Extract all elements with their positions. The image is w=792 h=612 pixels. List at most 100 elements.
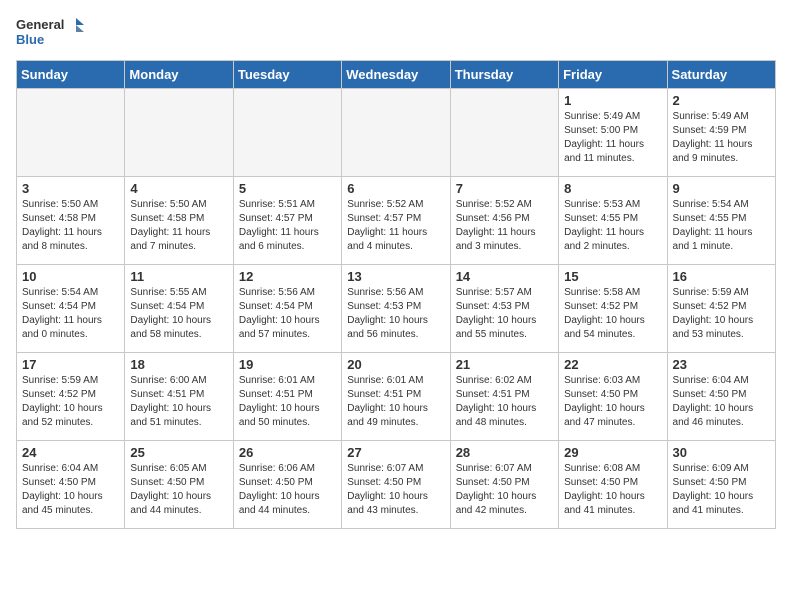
calendar-cell: 22 Sunrise: 6:03 AM Sunset: 4:50 PM Dayl… — [559, 352, 667, 440]
day-info: Sunrise: 6:03 AM Sunset: 4:50 PM Dayligh… — [564, 374, 661, 430]
day-info: Sunrise: 5:57 AM Sunset: 4:53 PM Dayligh… — [456, 286, 553, 342]
day-info: Sunrise: 6:07 AM Sunset: 4:50 PM Dayligh… — [347, 462, 444, 518]
day-number: 30 — [673, 445, 770, 460]
day-number: 24 — [22, 445, 119, 460]
day-info: Sunrise: 6:02 AM Sunset: 4:51 PM Dayligh… — [456, 374, 553, 430]
calendar-cell: 30 Sunrise: 6:09 AM Sunset: 4:50 PM Dayl… — [667, 440, 775, 528]
day-number: 12 — [239, 269, 336, 284]
calendar-cell: 18 Sunrise: 6:00 AM Sunset: 4:51 PM Dayl… — [125, 352, 233, 440]
weekday-header-monday: Monday — [125, 60, 233, 88]
day-info: Sunrise: 5:52 AM Sunset: 4:57 PM Dayligh… — [347, 198, 444, 254]
day-info: Sunrise: 6:08 AM Sunset: 4:50 PM Dayligh… — [564, 462, 661, 518]
weekday-header-thursday: Thursday — [450, 60, 558, 88]
calendar-cell: 5 Sunrise: 5:51 AM Sunset: 4:57 PM Dayli… — [233, 176, 341, 264]
day-number: 3 — [22, 181, 119, 196]
calendar-cell: 11 Sunrise: 5:55 AM Sunset: 4:54 PM Dayl… — [125, 264, 233, 352]
day-info: Sunrise: 5:53 AM Sunset: 4:55 PM Dayligh… — [564, 198, 661, 254]
calendar-cell — [342, 88, 450, 176]
day-number: 26 — [239, 445, 336, 460]
day-number: 5 — [239, 181, 336, 196]
day-info: Sunrise: 5:54 AM Sunset: 4:54 PM Dayligh… — [22, 286, 119, 342]
calendar-cell: 7 Sunrise: 5:52 AM Sunset: 4:56 PM Dayli… — [450, 176, 558, 264]
day-info: Sunrise: 6:07 AM Sunset: 4:50 PM Dayligh… — [456, 462, 553, 518]
calendar-week-4: 17 Sunrise: 5:59 AM Sunset: 4:52 PM Dayl… — [17, 352, 776, 440]
calendar-cell: 27 Sunrise: 6:07 AM Sunset: 4:50 PM Dayl… — [342, 440, 450, 528]
calendar-cell: 8 Sunrise: 5:53 AM Sunset: 4:55 PM Dayli… — [559, 176, 667, 264]
day-number: 19 — [239, 357, 336, 372]
calendar-cell: 28 Sunrise: 6:07 AM Sunset: 4:50 PM Dayl… — [450, 440, 558, 528]
weekday-header-saturday: Saturday — [667, 60, 775, 88]
day-number: 29 — [564, 445, 661, 460]
calendar-cell: 21 Sunrise: 6:02 AM Sunset: 4:51 PM Dayl… — [450, 352, 558, 440]
logo-blue: Blue — [16, 32, 44, 48]
day-number: 20 — [347, 357, 444, 372]
calendar-cell: 2 Sunrise: 5:49 AM Sunset: 4:59 PM Dayli… — [667, 88, 775, 176]
calendar-week-5: 24 Sunrise: 6:04 AM Sunset: 4:50 PM Dayl… — [17, 440, 776, 528]
day-info: Sunrise: 5:59 AM Sunset: 4:52 PM Dayligh… — [22, 374, 119, 430]
calendar-cell: 9 Sunrise: 5:54 AM Sunset: 4:55 PM Dayli… — [667, 176, 775, 264]
calendar-week-1: 1 Sunrise: 5:49 AM Sunset: 5:00 PM Dayli… — [17, 88, 776, 176]
day-info: Sunrise: 6:04 AM Sunset: 4:50 PM Dayligh… — [673, 374, 770, 430]
day-info: Sunrise: 6:01 AM Sunset: 4:51 PM Dayligh… — [347, 374, 444, 430]
day-number: 1 — [564, 93, 661, 108]
day-info: Sunrise: 5:50 AM Sunset: 4:58 PM Dayligh… — [22, 198, 119, 254]
logo-text: General Blue — [16, 16, 84, 48]
calendar-cell: 26 Sunrise: 6:06 AM Sunset: 4:50 PM Dayl… — [233, 440, 341, 528]
weekday-header-row: SundayMondayTuesdayWednesdayThursdayFrid… — [17, 60, 776, 88]
calendar-cell: 16 Sunrise: 5:59 AM Sunset: 4:52 PM Dayl… — [667, 264, 775, 352]
calendar-cell — [233, 88, 341, 176]
calendar-week-3: 10 Sunrise: 5:54 AM Sunset: 4:54 PM Dayl… — [17, 264, 776, 352]
calendar-cell: 4 Sunrise: 5:50 AM Sunset: 4:58 PM Dayli… — [125, 176, 233, 264]
day-info: Sunrise: 5:56 AM Sunset: 4:54 PM Dayligh… — [239, 286, 336, 342]
day-info: Sunrise: 5:49 AM Sunset: 4:59 PM Dayligh… — [673, 110, 770, 166]
day-info: Sunrise: 6:05 AM Sunset: 4:50 PM Dayligh… — [130, 462, 227, 518]
calendar-cell: 14 Sunrise: 5:57 AM Sunset: 4:53 PM Dayl… — [450, 264, 558, 352]
day-number: 6 — [347, 181, 444, 196]
day-number: 8 — [564, 181, 661, 196]
weekday-header-tuesday: Tuesday — [233, 60, 341, 88]
day-number: 11 — [130, 269, 227, 284]
calendar-cell: 25 Sunrise: 6:05 AM Sunset: 4:50 PM Dayl… — [125, 440, 233, 528]
day-info: Sunrise: 5:56 AM Sunset: 4:53 PM Dayligh… — [347, 286, 444, 342]
calendar-table: SundayMondayTuesdayWednesdayThursdayFrid… — [16, 60, 776, 529]
day-info: Sunrise: 6:09 AM Sunset: 4:50 PM Dayligh… — [673, 462, 770, 518]
calendar-cell: 19 Sunrise: 6:01 AM Sunset: 4:51 PM Dayl… — [233, 352, 341, 440]
day-info: Sunrise: 5:52 AM Sunset: 4:56 PM Dayligh… — [456, 198, 553, 254]
day-number: 27 — [347, 445, 444, 460]
calendar-cell: 12 Sunrise: 5:56 AM Sunset: 4:54 PM Dayl… — [233, 264, 341, 352]
logo: General Blue — [16, 16, 84, 48]
day-info: Sunrise: 5:49 AM Sunset: 5:00 PM Dayligh… — [564, 110, 661, 166]
day-number: 16 — [673, 269, 770, 284]
day-number: 17 — [22, 357, 119, 372]
calendar-cell: 1 Sunrise: 5:49 AM Sunset: 5:00 PM Dayli… — [559, 88, 667, 176]
calendar-cell — [17, 88, 125, 176]
day-number: 25 — [130, 445, 227, 460]
day-number: 9 — [673, 181, 770, 196]
day-info: Sunrise: 6:06 AM Sunset: 4:50 PM Dayligh… — [239, 462, 336, 518]
weekday-header-wednesday: Wednesday — [342, 60, 450, 88]
calendar-cell: 6 Sunrise: 5:52 AM Sunset: 4:57 PM Dayli… — [342, 176, 450, 264]
day-info: Sunrise: 5:50 AM Sunset: 4:58 PM Dayligh… — [130, 198, 227, 254]
day-number: 28 — [456, 445, 553, 460]
calendar-cell: 17 Sunrise: 5:59 AM Sunset: 4:52 PM Dayl… — [17, 352, 125, 440]
logo-general: General — [16, 17, 64, 33]
logo-bird-icon — [66, 16, 84, 34]
day-number: 14 — [456, 269, 553, 284]
calendar-cell — [125, 88, 233, 176]
calendar-cell: 15 Sunrise: 5:58 AM Sunset: 4:52 PM Dayl… — [559, 264, 667, 352]
day-number: 18 — [130, 357, 227, 372]
calendar-cell: 24 Sunrise: 6:04 AM Sunset: 4:50 PM Dayl… — [17, 440, 125, 528]
day-info: Sunrise: 6:00 AM Sunset: 4:51 PM Dayligh… — [130, 374, 227, 430]
weekday-header-sunday: Sunday — [17, 60, 125, 88]
calendar-cell: 13 Sunrise: 5:56 AM Sunset: 4:53 PM Dayl… — [342, 264, 450, 352]
day-info: Sunrise: 6:04 AM Sunset: 4:50 PM Dayligh… — [22, 462, 119, 518]
day-info: Sunrise: 5:55 AM Sunset: 4:54 PM Dayligh… — [130, 286, 227, 342]
calendar-cell: 3 Sunrise: 5:50 AM Sunset: 4:58 PM Dayli… — [17, 176, 125, 264]
day-number: 7 — [456, 181, 553, 196]
calendar-cell: 20 Sunrise: 6:01 AM Sunset: 4:51 PM Dayl… — [342, 352, 450, 440]
day-number: 10 — [22, 269, 119, 284]
day-number: 15 — [564, 269, 661, 284]
day-info: Sunrise: 5:54 AM Sunset: 4:55 PM Dayligh… — [673, 198, 770, 254]
day-info: Sunrise: 6:01 AM Sunset: 4:51 PM Dayligh… — [239, 374, 336, 430]
day-number: 13 — [347, 269, 444, 284]
